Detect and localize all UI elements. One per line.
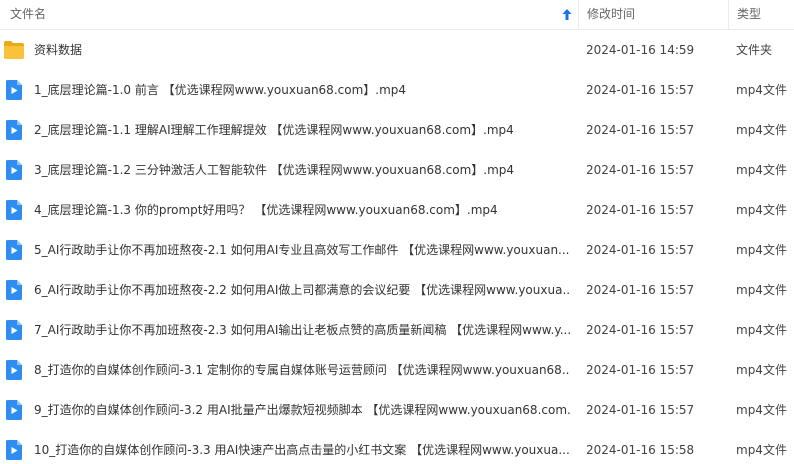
video-file-icon: [6, 160, 22, 180]
video-file-icon: [6, 240, 22, 260]
video-file-icon: [6, 80, 22, 100]
file-type: mp4文件: [736, 243, 787, 257]
file-type: mp4文件: [736, 163, 787, 177]
file-modified-date: 2024-01-16 15:57: [586, 363, 695, 377]
column-header-date[interactable]: 修改时间: [578, 0, 728, 29]
file-modified-date: 2024-01-16 15:58: [586, 443, 695, 457]
video-file-icon: [6, 280, 22, 300]
file-name: 9_打造你的自媒体创作顾问-3.2 用AI批量产出爆款短视频脚本 【优选课程网w…: [34, 403, 570, 417]
file-type: mp4文件: [736, 403, 787, 417]
video-file-icon: [6, 360, 22, 380]
file-type: mp4文件: [736, 323, 787, 337]
file-row[interactable]: 5_AI行政助手让你不再加班熬夜-2.1 如何用AI专业且高效写工作邮件 【优选…: [0, 230, 794, 270]
file-modified-date: 2024-01-16 15:57: [586, 123, 695, 137]
file-type: mp4文件: [736, 443, 787, 457]
folder-icon: [4, 41, 24, 59]
file-type: mp4文件: [736, 363, 787, 377]
file-row[interactable]: 10_打造你的自媒体创作顾问-3.3 用AI快速产出高点击量的小红书文案 【优选…: [0, 430, 794, 464]
file-name: 7_AI行政助手让你不再加班熬夜-2.3 如何用AI输出让老板点赞的高质量新闻稿…: [34, 323, 570, 337]
file-type: mp4文件: [736, 123, 787, 137]
file-type: mp4文件: [736, 83, 787, 97]
file-modified-date: 2024-01-16 15:57: [586, 403, 695, 417]
file-name: 2_底层理论篇-1.1 理解AI理解工作理解提效 【优选课程网www.youxu…: [34, 123, 514, 137]
file-row[interactable]: 2_底层理论篇-1.1 理解AI理解工作理解提效 【优选课程网www.youxu…: [0, 110, 794, 150]
column-header: 文件名 修改时间 类型: [0, 0, 794, 30]
file-row[interactable]: 9_打造你的自媒体创作顾问-3.2 用AI批量产出爆款短视频脚本 【优选课程网w…: [0, 390, 794, 430]
file-row[interactable]: 1_底层理论篇-1.0 前言 【优选课程网www.youxuan68.com】.…: [0, 70, 794, 110]
column-type-label: 类型: [737, 7, 762, 21]
file-row[interactable]: 8_打造你的自媒体创作顾问-3.1 定制你的专属自媒体账号运营顾问 【优选课程网…: [0, 350, 794, 390]
file-list: 文件名 修改时间 类型 资料数据 2024-01-16 14:59 文件夹 1_底层理…: [0, 0, 794, 464]
file-type: 文件夹: [736, 43, 773, 57]
file-type: mp4文件: [736, 283, 787, 297]
file-row[interactable]: 6_AI行政助手让你不再加班熬夜-2.2 如何用AI做上司都满意的会议纪要 【优…: [0, 270, 794, 310]
column-name-label: 文件名: [10, 7, 47, 21]
file-row[interactable]: 4_底层理论篇-1.3 你的prompt好用吗？ 【优选课程网www.youxu…: [0, 190, 794, 230]
file-name: 资料数据: [34, 43, 83, 57]
file-name: 3_底层理论篇-1.2 三分钟激活人工智能软件 【优选课程网www.youxua…: [34, 163, 515, 177]
file-name: 8_打造你的自媒体创作顾问-3.1 定制你的专属自媒体账号运营顾问 【优选课程网…: [34, 363, 570, 377]
file-row[interactable]: 资料数据 2024-01-16 14:59 文件夹: [0, 30, 794, 70]
sort-ascending-icon: [562, 9, 572, 20]
file-name: 1_底层理论篇-1.0 前言 【优选课程网www.youxuan68.com】.…: [34, 83, 407, 97]
video-file-icon: [6, 200, 22, 220]
file-modified-date: 2024-01-16 15:57: [586, 83, 695, 97]
column-date-label: 修改时间: [587, 7, 636, 21]
file-name: 6_AI行政助手让你不再加班熬夜-2.2 如何用AI做上司都满意的会议纪要 【优…: [34, 283, 570, 297]
video-file-icon: [6, 440, 22, 460]
file-modified-date: 2024-01-16 15:57: [586, 323, 695, 337]
file-modified-date: 2024-01-16 15:57: [586, 163, 695, 177]
file-type: mp4文件: [736, 203, 787, 217]
column-header-type[interactable]: 类型: [728, 0, 794, 29]
file-modified-date: 2024-01-16 15:57: [586, 283, 695, 297]
file-modified-date: 2024-01-16 15:57: [586, 203, 695, 217]
file-name: 4_底层理论篇-1.3 你的prompt好用吗？ 【优选课程网www.youxu…: [34, 203, 498, 217]
file-modified-date: 2024-01-16 15:57: [586, 243, 695, 257]
file-name: 5_AI行政助手让你不再加班熬夜-2.1 如何用AI专业且高效写工作邮件 【优选…: [34, 243, 570, 257]
video-file-icon: [6, 320, 22, 340]
file-row[interactable]: 7_AI行政助手让你不再加班熬夜-2.3 如何用AI输出让老板点赞的高质量新闻稿…: [0, 310, 794, 350]
video-file-icon: [6, 400, 22, 420]
file-name: 10_打造你的自媒体创作顾问-3.3 用AI快速产出高点击量的小红书文案 【优选…: [34, 443, 570, 457]
file-rows: 资料数据 2024-01-16 14:59 文件夹 1_底层理论篇-1.0 前言 【优…: [0, 30, 794, 464]
column-header-name[interactable]: 文件名: [0, 0, 578, 29]
video-file-icon: [6, 120, 22, 140]
file-row[interactable]: 3_底层理论篇-1.2 三分钟激活人工智能软件 【优选课程网www.youxua…: [0, 150, 794, 190]
file-modified-date: 2024-01-16 14:59: [586, 43, 695, 57]
